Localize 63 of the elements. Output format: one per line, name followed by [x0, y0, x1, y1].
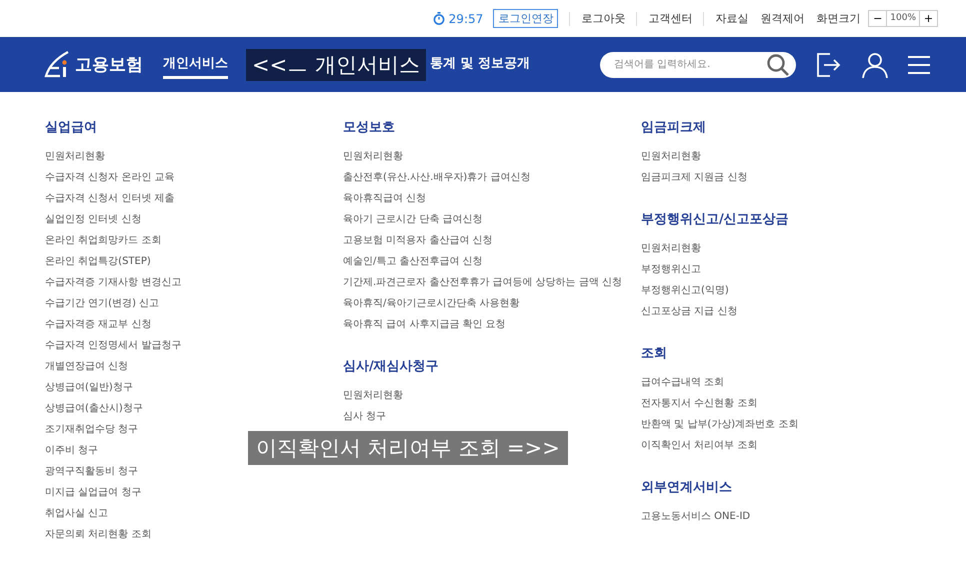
menu-link[interactable]: 온라인 취업희망카드 조회: [45, 230, 343, 251]
top-link[interactable]: 자료실: [709, 11, 754, 26]
caption-overlay: <<ㅡ 개인서비스: [246, 48, 426, 80]
zoom-label: 화면크기: [815, 11, 862, 26]
menu-link[interactable]: 고용노동서비스 ONE-ID: [641, 506, 939, 527]
menu-link[interactable]: 출산전후(유산.사산.배우자)휴가 급여신청: [343, 167, 641, 188]
section-heading: 심사/재심사청구: [343, 358, 440, 375]
menu-link[interactable]: 이직확인서 처리여부 조회: [641, 435, 939, 456]
session-timer: 29:57: [448, 12, 484, 26]
menu-link[interactable]: 육아기 근로시간 단축 급여신청: [343, 209, 641, 230]
menu-link[interactable]: 상병급여(일반)청구: [45, 377, 343, 398]
user-icon[interactable]: [862, 52, 888, 78]
menu-link[interactable]: 수급자격증 재교부 신청: [45, 314, 343, 335]
menu-link[interactable]: 임금피크제 지원금 신청: [641, 167, 939, 188]
menu-link[interactable]: 육아휴직/육아기근로시간단축 사용현황: [343, 293, 641, 314]
menu-link[interactable]: 민원처리현황: [343, 385, 641, 406]
section-heading: 임금피크제: [641, 119, 707, 136]
menu-link[interactable]: 개별연장급여 신청: [45, 356, 343, 377]
menu-link[interactable]: 민원처리현황: [641, 238, 939, 259]
top-link[interactable]: 고객센터: [642, 11, 698, 26]
top-link[interactable]: 로그아웃: [575, 11, 632, 26]
menu-link[interactable]: 급여수급내역 조회: [641, 372, 939, 393]
menu-link[interactable]: 수급자격 신청서 인터넷 제출: [45, 188, 343, 209]
menu-link[interactable]: 온라인 취업특강(STEP): [45, 251, 343, 272]
logout-icon[interactable]: [816, 52, 842, 78]
menu-link[interactable]: 민원처리현황: [45, 146, 343, 167]
stopwatch-icon: [432, 12, 445, 25]
menu-link[interactable]: 수급자격 인정명세서 발급청구: [45, 335, 343, 356]
menu-link[interactable]: 예술인/특고 출산전후급여 신청: [343, 251, 641, 272]
section-heading: 모성보호: [343, 119, 396, 136]
login-extend-button[interactable]: 로그인연장: [493, 9, 558, 28]
menu-link[interactable]: 육아휴직급여 신청: [343, 188, 641, 209]
menu-link[interactable]: 수급기간 연기(변경) 신고: [45, 293, 343, 314]
menu-link[interactable]: 실업인정 인터넷 신청: [45, 209, 343, 230]
menu-link[interactable]: 자문의뢰 처리현황 조회: [45, 524, 343, 545]
menu-link[interactable]: 수급자격 신청자 온라인 교육: [45, 167, 343, 188]
menu-link[interactable]: 민원처리현황: [343, 146, 641, 167]
caption-overlay: 이직확인서 처리여부 조회 =>>: [248, 431, 568, 465]
menu-link[interactable]: 기간제.파견근로자 출산전후휴가 급여등에 상당하는 금액 신청: [343, 272, 641, 293]
menu-link[interactable]: 부정행위신고: [641, 259, 939, 280]
menu-link[interactable]: 전자통지서 수신현황 조회: [641, 393, 939, 414]
section-heading: 외부연계서비스: [641, 479, 733, 496]
nav-tab[interactable]: 개인서비스: [163, 50, 228, 79]
search-field[interactable]: 검색어를 입력하세요.: [600, 52, 796, 78]
menu-link[interactable]: 고용보험 미적용자 출산급여 신청: [343, 230, 641, 251]
nav-tab[interactable]: 통계 및 정보공개: [430, 50, 530, 79]
menu-link[interactable]: 미지급 실업급여 청구: [45, 482, 343, 503]
section-heading: 조회: [641, 345, 668, 362]
top-link[interactable]: 원격제어: [754, 11, 810, 26]
menu-icon[interactable]: [908, 54, 930, 74]
menu-link[interactable]: 육아휴직 급여 사후지급금 확인 요청: [343, 314, 641, 335]
logo-text: 고용보험: [75, 54, 143, 76]
search-icon[interactable]: [766, 52, 790, 76]
menu-link[interactable]: 상병급여(출산시)청구: [45, 398, 343, 419]
menu-link[interactable]: 부정행위신고(익명): [641, 280, 939, 301]
menu-link[interactable]: 심사 청구: [343, 406, 641, 427]
menu-link[interactable]: 민원처리현황: [641, 146, 939, 167]
menu-link[interactable]: 반환액 및 납부(가상)계좌번호 조회: [641, 414, 939, 435]
menu-link[interactable]: 취업사실 신고: [45, 503, 343, 524]
section-heading: 실업급여: [45, 119, 98, 136]
menu-link[interactable]: 신고포상금 지급 신청: [641, 301, 939, 322]
section-heading: 부정행위신고/신고포상금: [641, 211, 790, 228]
menu-link[interactable]: 수급자격증 기재사항 변경신고: [45, 272, 343, 293]
